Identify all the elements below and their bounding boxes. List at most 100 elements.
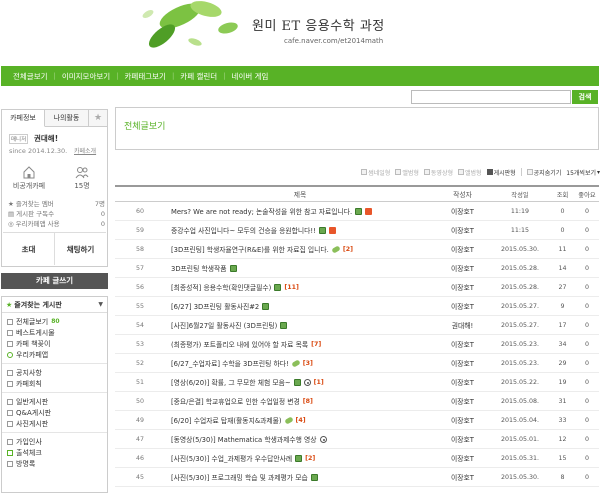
post-title[interactable]: [영상(6/20)] 확률, 그 무모한 체험 모음~ — [171, 377, 291, 387]
post-author[interactable]: 이장호T — [435, 206, 490, 216]
tab-favorite-star-icon[interactable]: ★ — [89, 109, 108, 127]
nav-game[interactable]: 네이버 게임 — [232, 71, 269, 82]
post-author[interactable]: 이장호T — [435, 396, 490, 406]
tab-cafe-info[interactable]: 카페정보 — [1, 109, 45, 127]
board-rules[interactable]: 카페회칙 — [7, 378, 107, 389]
table-row[interactable]: 45 [사진(5/30)] 프로그래밍 학습 및 과제평가 모습 이장호T 2015.… — [115, 468, 599, 487]
post-title[interactable]: [동영상(5/30)] Mathematica 학생과제수행 영상 — [171, 434, 317, 444]
post-author[interactable]: 권대해! — [435, 320, 490, 330]
post-author[interactable]: 이장호T — [435, 282, 490, 292]
tab-my-activity[interactable]: 나의활동 — [45, 109, 89, 127]
post-author[interactable]: 이장호T — [435, 301, 490, 311]
write-post-button[interactable]: 카페 글쓰기 — [1, 273, 108, 289]
view-thumbnail[interactable]: 썸네일형 — [361, 168, 390, 177]
page-size-select[interactable]: 15개씩보기 ▾ — [566, 168, 600, 177]
view-board[interactable]: 게시판형 — [486, 168, 516, 177]
comment-count[interactable]: [11] — [284, 284, 299, 291]
view-toggle-icon — [395, 169, 402, 175]
board-photos[interactable]: 사진게시판 — [7, 418, 107, 429]
star-icon: ★ — [8, 200, 14, 208]
board-cafe-app[interactable]: 우리카페앱 — [7, 349, 107, 360]
view-video[interactable]: 동영상형 — [423, 168, 453, 177]
nav-tags[interactable]: 카페태그보기 — [125, 71, 166, 82]
visibility-block: 비공개카페 — [4, 166, 54, 191]
board-qna[interactable]: Q&A게시판 — [7, 407, 107, 418]
table-row[interactable]: 57 3D프린팅 학생작품 이장호T 2015.05.28. 14 0 — [115, 259, 599, 278]
table-row[interactable]: 50 [중요/은결] 학교휴업으로 인한 수업일정 변경 [8] 이장호T 2015.0… — [115, 392, 599, 411]
table-row[interactable]: 54 [사진]6월27일 활동사진 (3D프린팅) 권대해! 2015.05.27. 1… — [115, 316, 599, 335]
table-row[interactable]: 58 [3D프린팅] 학생자율연구(R&E)를 위한 자료집 입니다. [2] 이장호… — [115, 240, 599, 259]
nav-image-gallery[interactable]: 이미지모아보기 — [62, 71, 110, 82]
view-album-2[interactable]: 앨범형 — [458, 168, 482, 177]
table-row[interactable]: 60 Mers? We are not ready; 논술작성을 위한 참고 자료… — [115, 202, 599, 221]
table-row[interactable]: 51 [영상(6/20)] 확률, 그 무모한 체험 모음~ [1] 이장호T 2015… — [115, 373, 599, 392]
table-row[interactable]: 49 [6/20] 수업자료 탑재(활동지&과제물) [4] 이장호T 2015.05.… — [115, 411, 599, 430]
board-best[interactable]: 베스트게시물 — [7, 327, 107, 338]
view-toggle-icon — [423, 169, 430, 175]
nav-calendar[interactable]: 카페 캘린더 — [180, 71, 217, 82]
cafe-intro-link[interactable]: 카페소개 — [74, 146, 96, 155]
post-title[interactable]: [사진(5/30)] 프로그래밍 학습 및 과제평가 모습 — [171, 472, 308, 482]
favorite-boards-header[interactable]: ★ 즐겨찾는 게시판 ▼ — [2, 297, 107, 313]
comment-count[interactable]: [2] — [343, 246, 353, 253]
comment-count[interactable]: [3] — [303, 360, 313, 367]
table-row[interactable]: 47 [동영상(5/30)] Mathematica 학생과제수행 영상 이장호T 2… — [115, 430, 599, 449]
comment-count[interactable]: [1] — [314, 379, 324, 386]
post-author[interactable]: 이장호T — [435, 263, 490, 273]
comment-count[interactable]: [4] — [296, 417, 306, 424]
post-title[interactable]: (최종평가) 포트폴리오 내에 있어야 할 자료 목록 — [171, 339, 308, 349]
post-title[interactable]: [6/27] 3D프린팅 활동사진#2 — [171, 301, 259, 311]
table-row[interactable]: 55 [6/27] 3D프린팅 활동사진#2 이장호T 2015.05.27. 9 0 — [115, 297, 599, 316]
table-row[interactable]: 52 [6/27_수업자료] 수학을 3D프린팅 하다! [3] 이장호T 2015.0… — [115, 354, 599, 373]
nav-all-posts[interactable]: 전체글보기 — [13, 71, 48, 82]
post-author[interactable]: 이장호T — [435, 415, 490, 425]
manager-name[interactable]: 권대해! — [34, 133, 58, 144]
chat-button[interactable]: 채팅하기 — [54, 233, 106, 265]
board-bookshelf[interactable]: 카페 책꽂이 — [7, 338, 107, 349]
member-count-block[interactable]: 15명 — [57, 166, 107, 191]
board-greeting[interactable]: 가입인사 — [7, 436, 107, 447]
post-title[interactable]: 중강수업 사진입니다~ 모두의 건승을 응원합니다!! — [171, 225, 316, 235]
post-title[interactable]: [최종성적] 응용수학(확인댓글필수) — [171, 282, 271, 292]
comment-count[interactable]: [8] — [303, 398, 313, 405]
post-title[interactable]: Mers? We are not ready; 논술작성을 위한 참고 자료입니… — [171, 206, 352, 216]
post-author[interactable]: 이장호T — [435, 339, 490, 349]
board-attendance[interactable]: 출석체크 — [7, 447, 107, 458]
post-author[interactable]: 이장호T — [435, 377, 490, 387]
col-likes: 좋아요 — [578, 191, 596, 199]
post-author[interactable]: 이장호T — [435, 244, 490, 254]
comment-count[interactable]: [7] — [311, 341, 321, 348]
invite-button[interactable]: 초대 — [3, 233, 54, 265]
search-button[interactable]: 검색 — [572, 90, 598, 104]
post-title[interactable]: [중요/은결] 학교휴업으로 인한 수업일정 변경 — [171, 396, 300, 406]
table-row[interactable]: 56 [최종성적] 응용수학(확인댓글필수) [11] 이장호T 2015.05.28.… — [115, 278, 599, 297]
post-author[interactable]: 이장호T — [435, 453, 490, 463]
board-icon — [7, 438, 13, 445]
board-all-posts[interactable]: 전체글보기 80 — [7, 316, 107, 327]
post-title[interactable]: 3D프린팅 학생작품 — [171, 263, 227, 273]
board-general[interactable]: 일반게시판 — [7, 396, 107, 407]
board-icon — [7, 398, 13, 405]
comment-count[interactable]: [2] — [305, 455, 315, 462]
board-notice[interactable]: 공지사항 — [7, 367, 107, 378]
post-author[interactable]: 이장호T — [435, 358, 490, 368]
post-author[interactable]: 이장호T — [435, 472, 490, 482]
post-title[interactable]: [6/20] 수업자료 탑재(활동지&과제물) — [171, 415, 282, 425]
table-row[interactable]: 53 (최종평가) 포트폴리오 내에 있어야 할 자료 목록 [7] 이장호T 2015… — [115, 335, 599, 354]
post-author[interactable]: 이장호T — [435, 434, 490, 444]
post-title[interactable]: [3D프린팅] 학생자율연구(R&E)를 위한 자료집 입니다. — [171, 244, 329, 254]
board-guestbook[interactable]: 방명록 — [7, 458, 107, 469]
cafe-title[interactable]: 원미 ET 응용수학 과정 — [252, 15, 385, 34]
post-title[interactable]: [사진(5/30)] 수업_과제평가 우수답안사례 — [171, 453, 292, 463]
post-title[interactable]: [사진]6월27일 활동사진 (3D프린팅) — [171, 320, 277, 330]
post-title[interactable]: [6/27_수업자료] 수학을 3D프린팅 하다! — [171, 358, 289, 368]
chevron-down-icon[interactable]: ▼ — [98, 301, 103, 308]
search-input[interactable] — [411, 90, 571, 104]
table-row[interactable]: 59 중강수업 사진입니다~ 모두의 건승을 응원합니다!! 이장호T 11:15 0 0 — [115, 221, 599, 240]
table-row[interactable]: 46 [사진(5/30)] 수업_과제평가 우수답안사례 [2] 이장호T 2015.0… — [115, 449, 599, 468]
cafe-url[interactable]: cafe.naver.com/et2014math — [284, 37, 383, 45]
post-author[interactable]: 이장호T — [435, 225, 490, 235]
hide-notices-toggle[interactable]: 공지숨기기 — [526, 168, 561, 177]
since-date: since 2014.12.30. — [9, 147, 68, 155]
view-album[interactable]: 앨범형 — [395, 168, 419, 177]
